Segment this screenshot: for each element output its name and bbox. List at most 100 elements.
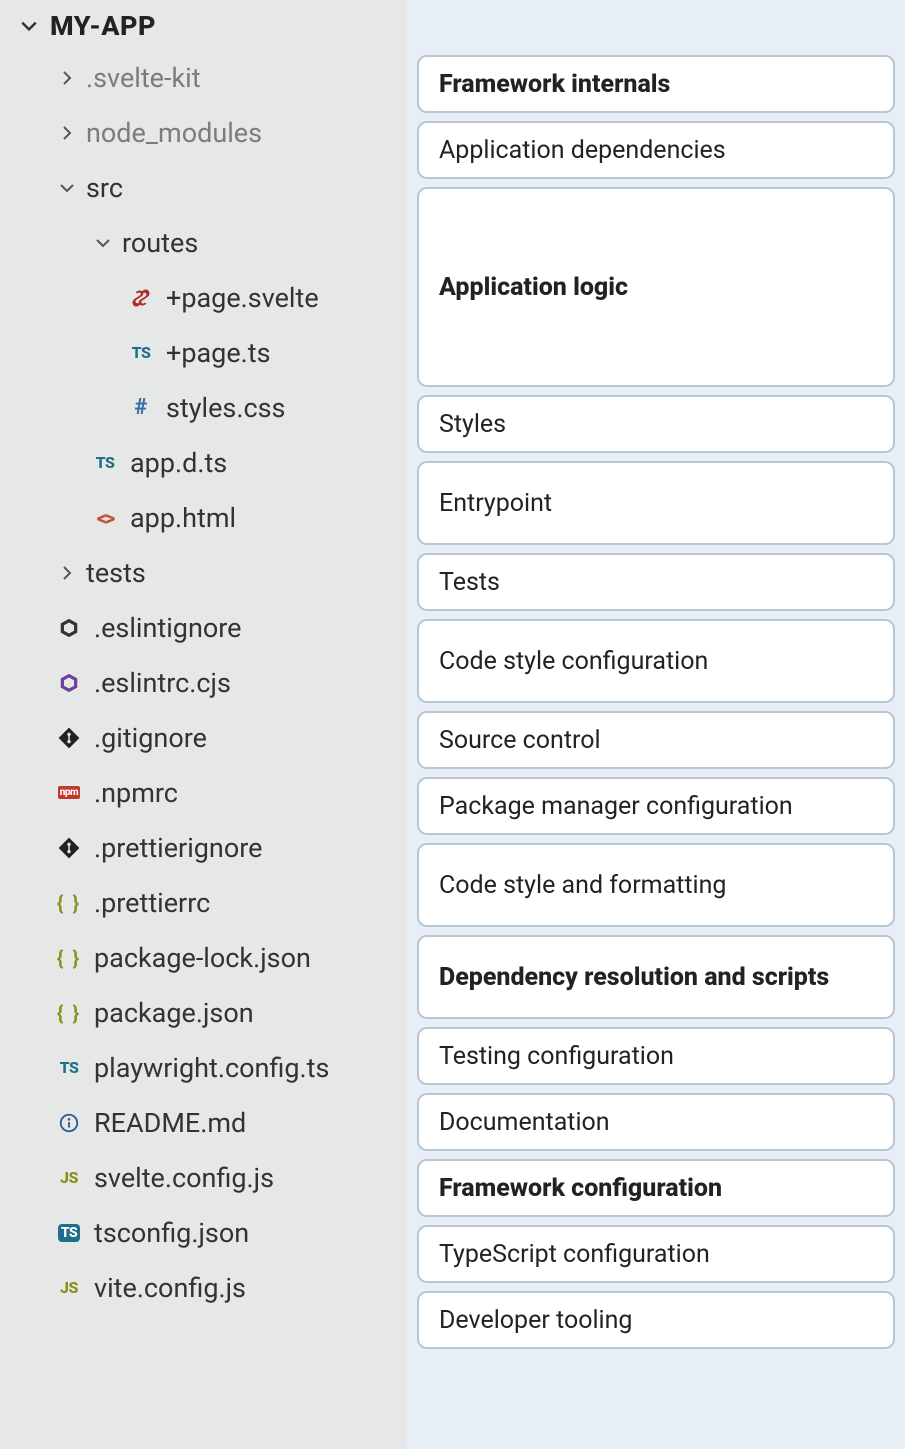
tree-item-label: vite.config.js bbox=[94, 1272, 246, 1304]
description-box: Application dependencies bbox=[417, 121, 895, 179]
tree-item-label: +page.ts bbox=[166, 337, 271, 369]
tree-item-label: tsconfig.json bbox=[94, 1217, 249, 1249]
description-box: Styles bbox=[417, 395, 895, 453]
chevron-down-icon bbox=[16, 17, 42, 35]
description-text: Application logic bbox=[439, 273, 628, 302]
description-box: Framework configuration bbox=[417, 1159, 895, 1217]
description-text: Framework configuration bbox=[439, 1174, 722, 1203]
tree-item-label: +page.svelte bbox=[166, 282, 319, 314]
git-icon bbox=[54, 833, 84, 863]
tree-item-label: .svelte-kit bbox=[86, 62, 201, 94]
tree-item-label: app.d.ts bbox=[130, 447, 227, 479]
description-text: Dependency resolution and scripts bbox=[439, 963, 829, 992]
description-text: Documentation bbox=[439, 1108, 610, 1137]
tree-file[interactable]: { } package-lock.json bbox=[0, 930, 407, 985]
tree-item-label: .gitignore bbox=[94, 722, 207, 754]
description-box: Package manager configuration bbox=[417, 777, 895, 835]
description-box: Tests bbox=[417, 553, 895, 611]
tree-item-label: app.html bbox=[130, 502, 236, 534]
javascript-icon: JS bbox=[54, 1163, 84, 1193]
description-text: TypeScript configuration bbox=[439, 1240, 710, 1269]
html-icon: <> bbox=[90, 503, 120, 533]
info-icon bbox=[54, 1108, 84, 1138]
description-panel: Framework internals Application dependenc… bbox=[407, 0, 905, 1449]
tree-file[interactable]: .prettierignore bbox=[0, 820, 407, 875]
chevron-right-icon bbox=[54, 565, 80, 581]
tree-file[interactable]: npm.npmrc bbox=[0, 765, 407, 820]
tree-file[interactable]: TS playwright.config.ts bbox=[0, 1040, 407, 1095]
tree-file[interactable]: +page.svelte bbox=[0, 270, 407, 325]
tree-file[interactable]: .eslintignore bbox=[0, 600, 407, 655]
tree-item-label: .prettierignore bbox=[94, 832, 262, 864]
git-icon bbox=[54, 723, 84, 753]
tree-item-label: package-lock.json bbox=[94, 942, 311, 974]
tree-item-label: routes bbox=[122, 227, 198, 259]
description-text: Tests bbox=[439, 568, 500, 597]
json-icon: { } bbox=[54, 998, 84, 1028]
tree-file[interactable]: JS vite.config.js bbox=[0, 1260, 407, 1315]
tree-item-label: .eslintrc.cjs bbox=[94, 667, 231, 699]
description-text: Framework internals bbox=[439, 70, 670, 99]
description-box: Framework internals bbox=[417, 55, 895, 113]
tree-file[interactable]: .eslintrc.cjs bbox=[0, 655, 407, 710]
typescript-file-icon: TS bbox=[54, 1218, 84, 1248]
tree-folder[interactable]: node_modules bbox=[0, 105, 407, 160]
tree-folder[interactable]: src bbox=[0, 160, 407, 215]
eslint-config-icon bbox=[54, 668, 84, 698]
tree-file[interactable]: <> app.html bbox=[0, 490, 407, 545]
typescript-icon: TS bbox=[90, 448, 120, 478]
description-text: Package manager configuration bbox=[439, 792, 793, 821]
tree-folder[interactable]: .svelte-kit bbox=[0, 50, 407, 105]
description-text: Developer tooling bbox=[439, 1306, 632, 1335]
javascript-icon: JS bbox=[54, 1273, 84, 1303]
description-box: Entrypoint bbox=[417, 461, 895, 545]
tree-file[interactable]: { }.prettierrc bbox=[0, 875, 407, 930]
svelte-icon bbox=[126, 283, 156, 313]
description-text: Source control bbox=[439, 726, 601, 755]
tree-file[interactable]: TS tsconfig.json bbox=[0, 1205, 407, 1260]
tree-file[interactable]: # styles.css bbox=[0, 380, 407, 435]
css-icon: # bbox=[126, 393, 156, 423]
typescript-icon: TS bbox=[126, 338, 156, 368]
tree-item-label: styles.css bbox=[166, 392, 285, 424]
description-box: Dependency resolution and scripts bbox=[417, 935, 895, 1019]
description-text: Code style configuration bbox=[439, 647, 708, 676]
description-box: Application logic bbox=[417, 187, 895, 387]
description-text: Entrypoint bbox=[439, 489, 552, 518]
chevron-right-icon bbox=[54, 70, 80, 86]
description-text: Code style and formatting bbox=[439, 871, 726, 900]
description-box: Testing configuration bbox=[417, 1027, 895, 1085]
tree-file[interactable]: .gitignore bbox=[0, 710, 407, 765]
description-box: Code style configuration bbox=[417, 619, 895, 703]
description-box: Documentation bbox=[417, 1093, 895, 1151]
description-text: Styles bbox=[439, 410, 506, 439]
tree-item-label: .eslintignore bbox=[94, 612, 242, 644]
tree-file[interactable]: { } package.json bbox=[0, 985, 407, 1040]
description-box: Code style and formatting bbox=[417, 843, 895, 927]
tree-file[interactable]: TS app.d.ts bbox=[0, 435, 407, 490]
typescript-icon: TS bbox=[54, 1053, 84, 1083]
npm-icon: npm bbox=[54, 778, 84, 808]
json-icon: { } bbox=[54, 888, 84, 918]
tree-root-label: MY-APP bbox=[50, 10, 156, 42]
tree-item-label: svelte.config.js bbox=[94, 1162, 274, 1194]
description-box: TypeScript configuration bbox=[417, 1225, 895, 1283]
tree-file[interactable]: README.md bbox=[0, 1095, 407, 1150]
tree-file[interactable]: TS +page.ts bbox=[0, 325, 407, 380]
tree-folder[interactable]: routes bbox=[0, 215, 407, 270]
eslint-icon bbox=[54, 613, 84, 643]
tree-item-label: src bbox=[86, 172, 123, 204]
json-icon: { } bbox=[54, 943, 84, 973]
description-box: Source control bbox=[417, 711, 895, 769]
file-tree-panel: MY-APP .svelte-kit node_modulessrc routes +… bbox=[0, 0, 407, 1449]
tree-item-label: playwright.config.ts bbox=[94, 1052, 329, 1084]
tree-folder[interactable]: tests bbox=[0, 545, 407, 600]
chevron-down-icon bbox=[90, 235, 116, 251]
chevron-down-icon bbox=[54, 180, 80, 196]
tree-item-label: README.md bbox=[94, 1107, 246, 1139]
description-text: Application dependencies bbox=[439, 136, 726, 165]
tree-root-header[interactable]: MY-APP bbox=[0, 6, 407, 50]
tree-file[interactable]: JS svelte.config.js bbox=[0, 1150, 407, 1205]
chevron-right-icon bbox=[54, 125, 80, 141]
tree-item-label: package.json bbox=[94, 997, 254, 1029]
